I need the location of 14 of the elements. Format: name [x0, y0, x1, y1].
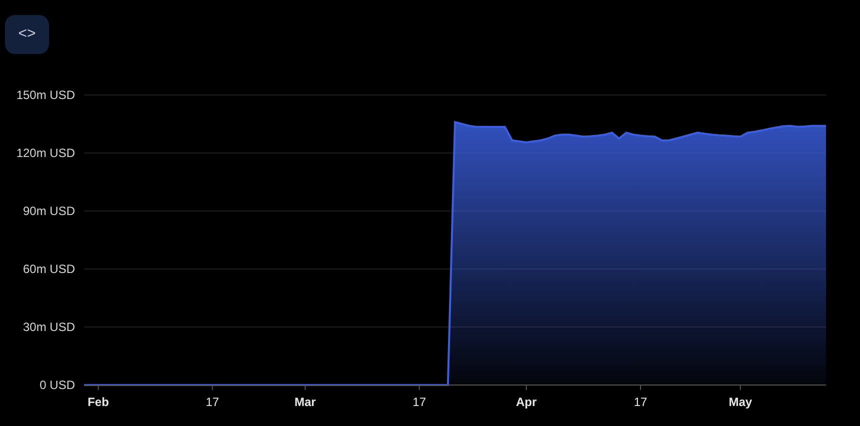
y-tick-label: 150m USD — [16, 88, 75, 102]
y-tick-label: 60m USD — [22, 262, 75, 276]
y-tick-label: 0 USD — [40, 378, 75, 392]
x-tick-label: Feb — [88, 395, 109, 409]
embed-button[interactable]: <> — [5, 15, 49, 54]
x-tick-label: Apr — [516, 395, 537, 409]
y-tick-label: 120m USD — [16, 146, 75, 160]
x-tick-label: May — [728, 395, 752, 409]
x-tick-label: Mar — [294, 395, 316, 409]
x-tick-label: 17 — [412, 395, 426, 409]
x-tick-label: 17 — [206, 395, 220, 409]
x-tick-label: 17 — [634, 395, 648, 409]
y-tick-label: 90m USD — [22, 204, 75, 218]
y-tick-label: 30m USD — [22, 320, 75, 334]
